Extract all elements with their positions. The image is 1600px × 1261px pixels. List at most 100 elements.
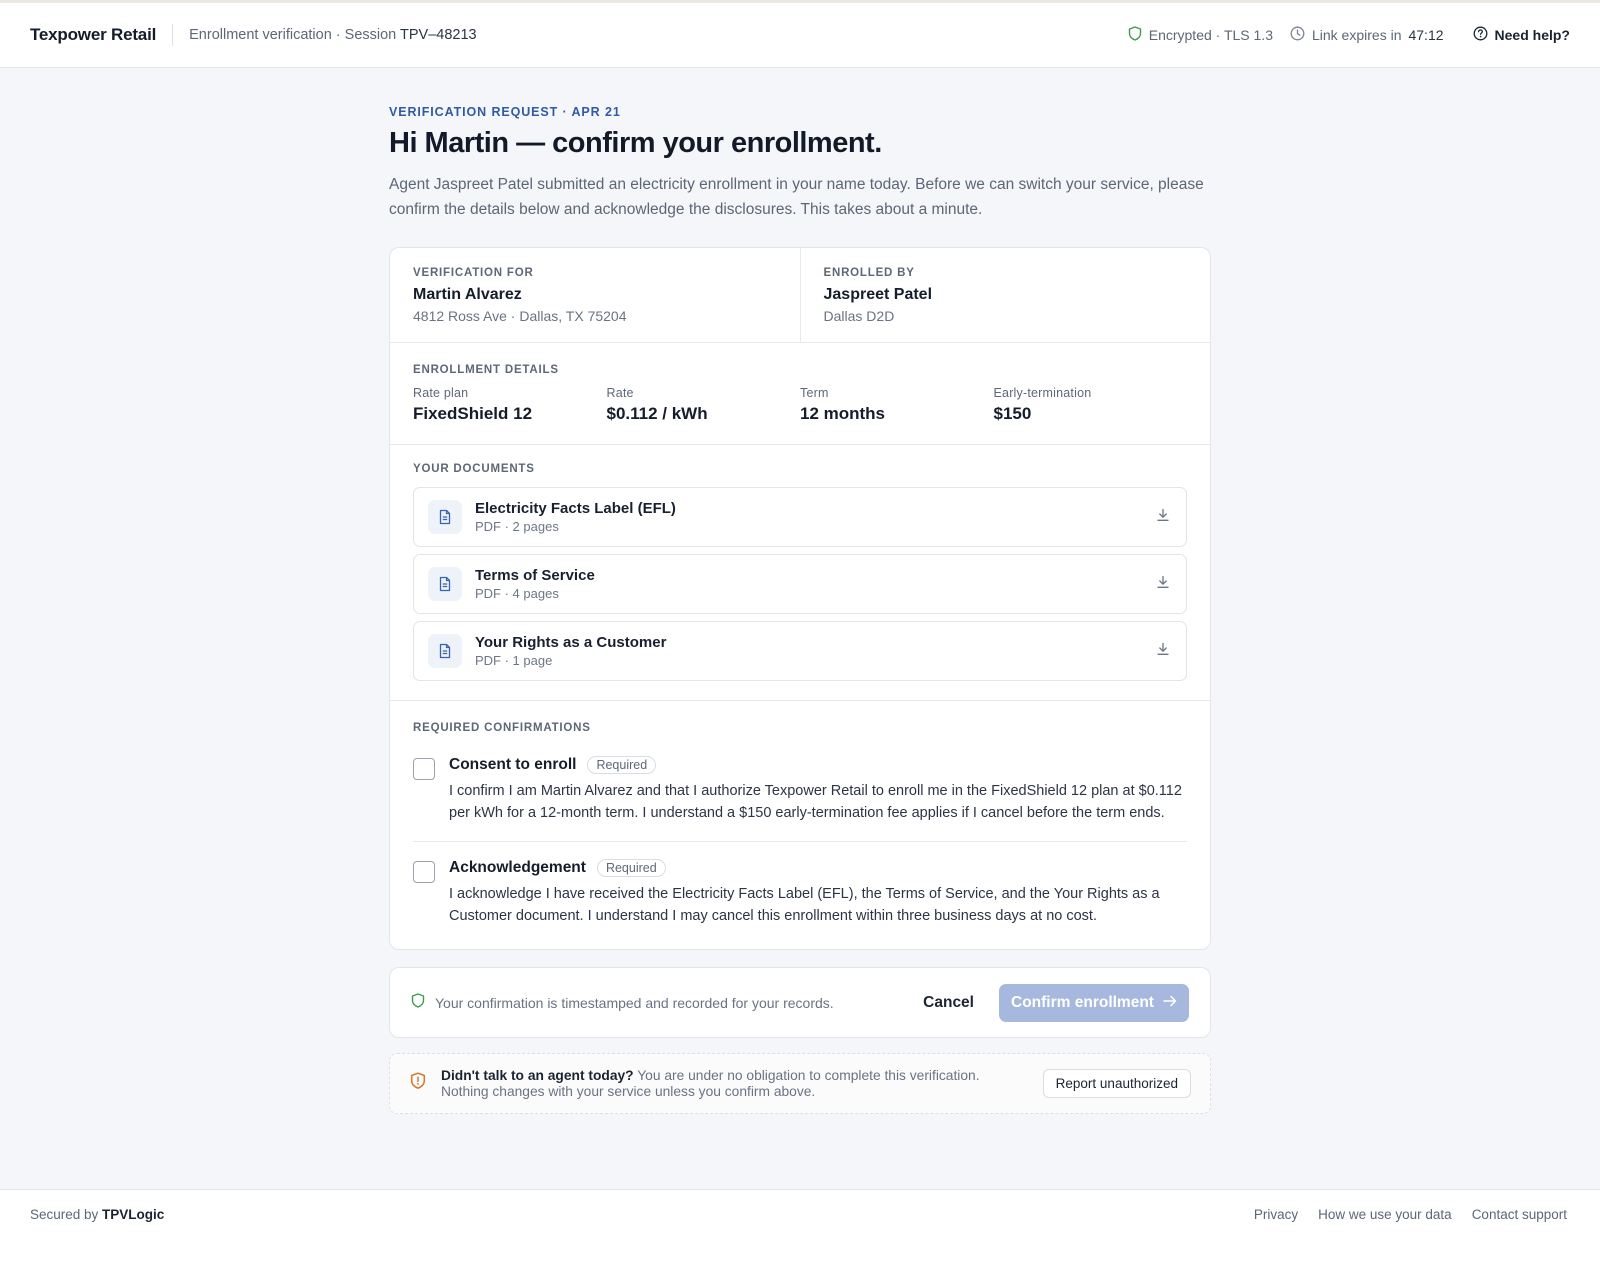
- eyebrow: VERIFICATION REQUEST · APR 21: [389, 105, 621, 119]
- documents-label: YOUR DOCUMENTS: [413, 463, 535, 475]
- detail-value: FixedShield 12: [413, 404, 533, 423]
- subtitle-prefix: Enrollment verification · Session: [189, 27, 397, 43]
- parties-row: VERIFICATION FOR Martin Alvarez 4812 Ros…: [390, 248, 1210, 343]
- download-icon[interactable]: [1156, 508, 1170, 527]
- record-note: Your confirmation is timestamped and rec…: [435, 994, 834, 1011]
- page-footer: Secured by TPVLogic Privacy How we use y…: [0, 1189, 1600, 1261]
- privacy-link[interactable]: Privacy: [1254, 1207, 1298, 1222]
- encryption-label: Encrypted · TLS 1.3: [1148, 27, 1273, 43]
- confirmations-section: REQUIRED CONFIRMATIONS Consent to enroll…: [390, 701, 1210, 949]
- document-title: Terms of Service: [475, 567, 595, 584]
- detail-label: Term: [800, 386, 829, 400]
- secured-brand: TPVLogic: [102, 1207, 165, 1222]
- document-meta: PDF · 1 page: [475, 653, 553, 668]
- document-text: Electricity Facts Label (EFL) PDF · 2 pa…: [475, 500, 676, 534]
- cancel-button[interactable]: Cancel: [923, 994, 974, 1012]
- required-badge: Required: [596, 859, 666, 877]
- intro-text: Agent Jaspreet Patel submitted an electr…: [389, 176, 1204, 218]
- download-icon[interactable]: [1156, 642, 1170, 661]
- verification-for-label: VERIFICATION FOR: [413, 267, 534, 279]
- enrollment-card: VERIFICATION FOR Martin Alvarez 4812 Ros…: [389, 247, 1211, 950]
- notice-line-2: Nothing changes with your service unless…: [441, 1083, 816, 1099]
- confirmation-body: Acknowledgement Required I acknowledge I…: [449, 859, 1187, 927]
- documents-section: YOUR DOCUMENTS Electricity Facts Label (…: [390, 445, 1210, 701]
- app-header: Texpower Retail Enrollment verification …: [0, 3, 1600, 68]
- document-meta: PDF · 2 pages: [475, 519, 559, 534]
- confirm-label: Confirm enrollment: [1011, 993, 1154, 1011]
- confirmation-text: I confirm I am Martin Alvarez and that I…: [449, 783, 1182, 821]
- notice-lead: Didn't talk to an agent today?: [441, 1067, 634, 1083]
- footer-links: Privacy How we use your data Contact sup…: [1254, 1207, 1567, 1222]
- enrollment-details: ENROLLMENT DETAILS Rate plan FixedShield…: [390, 343, 1210, 445]
- detail-label: Rate: [606, 386, 634, 400]
- action-bar: Your confirmation is timestamped and rec…: [389, 967, 1211, 1038]
- acknowledgement-confirmation: Acknowledgement Required I acknowledge I…: [413, 859, 1187, 927]
- main-content: VERIFICATION REQUEST · APR 21 Hi Martin …: [389, 68, 1211, 1114]
- encryption-status: Encrypted · TLS 1.3: [1128, 26, 1273, 44]
- confirm-enrollment-button[interactable]: Confirm enrollment: [999, 983, 1189, 1022]
- document-icon: [428, 567, 462, 601]
- confirmation-heading: Consent to enroll Required: [449, 756, 1187, 774]
- arrow-right-icon: [1163, 994, 1177, 1012]
- confirmation-text: I acknowledge I have received the Electr…: [449, 886, 1160, 924]
- document-text: Terms of Service PDF · 4 pages: [475, 567, 595, 601]
- enrolled-by-block: ENROLLED BY Jaspreet Patel Dallas D2D: [799, 248, 1211, 342]
- confirmation-heading: Acknowledgement Required: [449, 859, 1187, 877]
- unauthorized-notice: Didn't talk to an agent today? You are u…: [389, 1053, 1211, 1114]
- shield-icon: [411, 992, 425, 1013]
- detail-value: $150: [993, 404, 1032, 423]
- brand-name: Texpower Retail: [30, 25, 157, 44]
- detail-rate-plan: Rate plan FixedShield 12: [413, 386, 607, 424]
- detail-value: $0.112 / kWh: [606, 404, 708, 423]
- header-status: Encrypted · TLS 1.3 Link expires in 47:1…: [1128, 26, 1570, 44]
- detail-label: Rate plan: [413, 386, 469, 400]
- verification-for-block: VERIFICATION FOR Martin Alvarez 4812 Ros…: [390, 248, 800, 342]
- agent-name: Jaspreet Patel: [823, 286, 933, 303]
- document-row-efl[interactable]: Electricity Facts Label (EFL) PDF · 2 pa…: [413, 487, 1187, 547]
- document-icon: [428, 500, 462, 534]
- document-row-terms[interactable]: Terms of Service PDF · 4 pages: [413, 554, 1187, 614]
- required-badge: Required: [587, 756, 657, 774]
- help-icon: [1473, 26, 1488, 44]
- help-label: Need help?: [1494, 27, 1570, 43]
- help-link[interactable]: Need help?: [1473, 26, 1570, 44]
- agent-team: Dallas D2D: [823, 308, 895, 324]
- document-row-rights[interactable]: Your Rights as a Customer PDF · 1 page: [413, 621, 1187, 681]
- page-title: Hi Martin — confirm your enrollment.: [389, 127, 882, 159]
- session-id: TPV–48213: [400, 27, 477, 43]
- detail-label: Early-termination: [993, 386, 1092, 400]
- header-divider: [172, 24, 174, 46]
- document-title: Your Rights as a Customer: [475, 634, 667, 651]
- contact-support-link[interactable]: Contact support: [1472, 1207, 1567, 1222]
- confirmations-label: REQUIRED CONFIRMATIONS: [413, 722, 591, 734]
- clock-icon: [1290, 26, 1305, 44]
- data-usage-link[interactable]: How we use your data: [1318, 1207, 1452, 1222]
- confirmation-body: Consent to enroll Required I confirm I a…: [449, 756, 1187, 824]
- notice-line-1: Didn't talk to an agent today? You are u…: [441, 1068, 980, 1084]
- report-unauthorized-button[interactable]: Report unauthorized: [1042, 1069, 1191, 1098]
- shield-icon: [1128, 26, 1142, 44]
- secured-prefix: Secured by: [30, 1207, 103, 1222]
- detail-term: Term 12 months: [800, 386, 994, 424]
- acknowledgement-checkbox[interactable]: [413, 861, 435, 883]
- expiry-time: 47:12: [1408, 27, 1444, 43]
- document-meta: PDF · 4 pages: [475, 586, 559, 601]
- download-icon[interactable]: [1156, 575, 1170, 594]
- document-icon: [428, 634, 462, 668]
- consent-checkbox[interactable]: [413, 758, 435, 780]
- confirmation-title: Consent to enroll: [449, 756, 577, 773]
- warning-shield-icon: [410, 1072, 426, 1095]
- enrollment-details-label: ENROLLMENT DETAILS: [413, 364, 559, 376]
- expiry-label: Link expires in: [1311, 27, 1402, 43]
- divider: [413, 841, 1187, 842]
- session-subtitle: Enrollment verification · Session TPV–48…: [189, 27, 477, 43]
- document-text: Your Rights as a Customer PDF · 1 page: [475, 634, 666, 668]
- enrolled-by-label: ENROLLED BY: [823, 267, 915, 279]
- detail-early-termination: Early-termination $150: [994, 386, 1188, 424]
- details-grid: Rate plan FixedShield 12 Rate $0.112 / k…: [413, 386, 1187, 424]
- consent-confirmation: Consent to enroll Required I confirm I a…: [413, 756, 1187, 824]
- customer-name: Martin Alvarez: [413, 286, 522, 303]
- confirmation-title: Acknowledgement: [449, 859, 586, 876]
- customer-address: 4812 Ross Ave · Dallas, TX 75204: [413, 308, 627, 324]
- notice-text: Didn't talk to an agent today? You are u…: [441, 1068, 980, 1100]
